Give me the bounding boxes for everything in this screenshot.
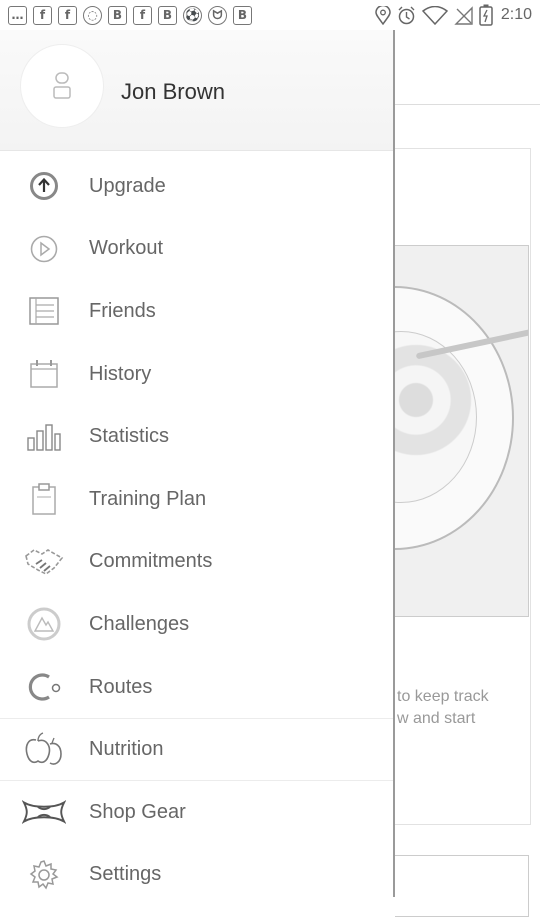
menu-item-label: Shop Gear (89, 800, 186, 823)
background-description: to keep track w and start (397, 686, 527, 730)
route-icon (22, 665, 66, 709)
clock-time: 2:10 (500, 6, 532, 23)
menu-item-label: Challenges (89, 612, 190, 635)
under-armour-logo-icon (22, 790, 66, 834)
messenger-icon: ◌ (83, 5, 102, 25)
background-toolbar (395, 30, 540, 105)
user-name[interactable]: Jon Brown (121, 79, 225, 105)
menu-item-label: Settings (89, 863, 162, 886)
facebook-icon: f (58, 5, 77, 25)
menu-item-label: History (89, 362, 152, 385)
mountain-badge-icon (22, 602, 66, 646)
background-text-line: to keep track (397, 688, 489, 705)
calendar-icon (22, 352, 66, 396)
navigation-drawer: Jon Brown Upgrade Workout Friends Histor… (0, 30, 395, 897)
menu-item-shop-gear[interactable]: Shop Gear (0, 781, 393, 844)
facebook-icon: f (33, 5, 52, 25)
b-app-icon: B (233, 5, 252, 25)
gear-icon (22, 853, 66, 897)
handshake-icon (22, 540, 66, 584)
avatar[interactable] (20, 44, 104, 128)
menu-item-label: Training Plan (89, 487, 207, 510)
battery-icon (479, 4, 493, 26)
apple-icon (22, 728, 66, 772)
menu-item-label: Routes (89, 675, 153, 698)
menu-item-routes[interactable]: Routes (0, 656, 393, 719)
upgrade-arrow-icon (22, 164, 66, 208)
b-app-icon: B (158, 5, 177, 25)
b-app-icon: B (108, 5, 127, 25)
menu-item-training-plan[interactable]: Training Plan (0, 468, 393, 531)
no-signal-icon (454, 5, 473, 25)
background-bottom-card (395, 855, 529, 917)
alarm-icon (398, 6, 415, 24)
friends-book-icon (22, 289, 66, 333)
menu-item-label: Nutrition (89, 738, 164, 761)
background-food-photo (395, 245, 529, 617)
location-icon (375, 5, 391, 25)
menu-item-upgrade[interactable]: Upgrade (0, 155, 393, 218)
menu-item-label: Workout (89, 237, 164, 260)
user-icon (53, 72, 71, 99)
menu-item-nutrition[interactable]: Nutrition (0, 718, 393, 781)
notification-icons: … f f ◌ B f B ⚽ ᗢ B (8, 5, 252, 25)
cat-icon: ᗢ (208, 5, 227, 25)
menu-item-label: Friends (89, 299, 156, 322)
menu-item-history[interactable]: History (0, 343, 393, 406)
clipboard-icon (22, 477, 66, 521)
menu-item-friends[interactable]: Friends (0, 280, 393, 343)
status-bar: … f f ◌ B f B ⚽ ᗢ B 2:10 (0, 0, 540, 30)
menu-item-challenges[interactable]: Challenges (0, 593, 393, 656)
menu-item-label: Upgrade (89, 174, 166, 197)
background-text-line: w and start (397, 710, 476, 727)
menu-item-label: Commitments (89, 550, 213, 573)
drawer-header[interactable]: Jon Brown (0, 30, 393, 151)
chat-icon: … (8, 5, 27, 25)
menu-item-statistics[interactable]: Statistics (0, 405, 393, 468)
menu-item-commitments[interactable]: Commitments (0, 531, 393, 594)
menu-item-label: Statistics (89, 425, 170, 448)
menu-item-workout[interactable]: Workout (0, 218, 393, 281)
soccer-icon: ⚽ (183, 5, 202, 25)
bar-chart-icon (22, 415, 66, 459)
drawer-menu: Upgrade Workout Friends History Statisti… (0, 155, 393, 906)
facebook-icon: f (133, 5, 152, 25)
play-circle-icon (22, 227, 66, 271)
system-icons: 2:10 (375, 4, 532, 26)
wifi-icon (421, 5, 448, 25)
